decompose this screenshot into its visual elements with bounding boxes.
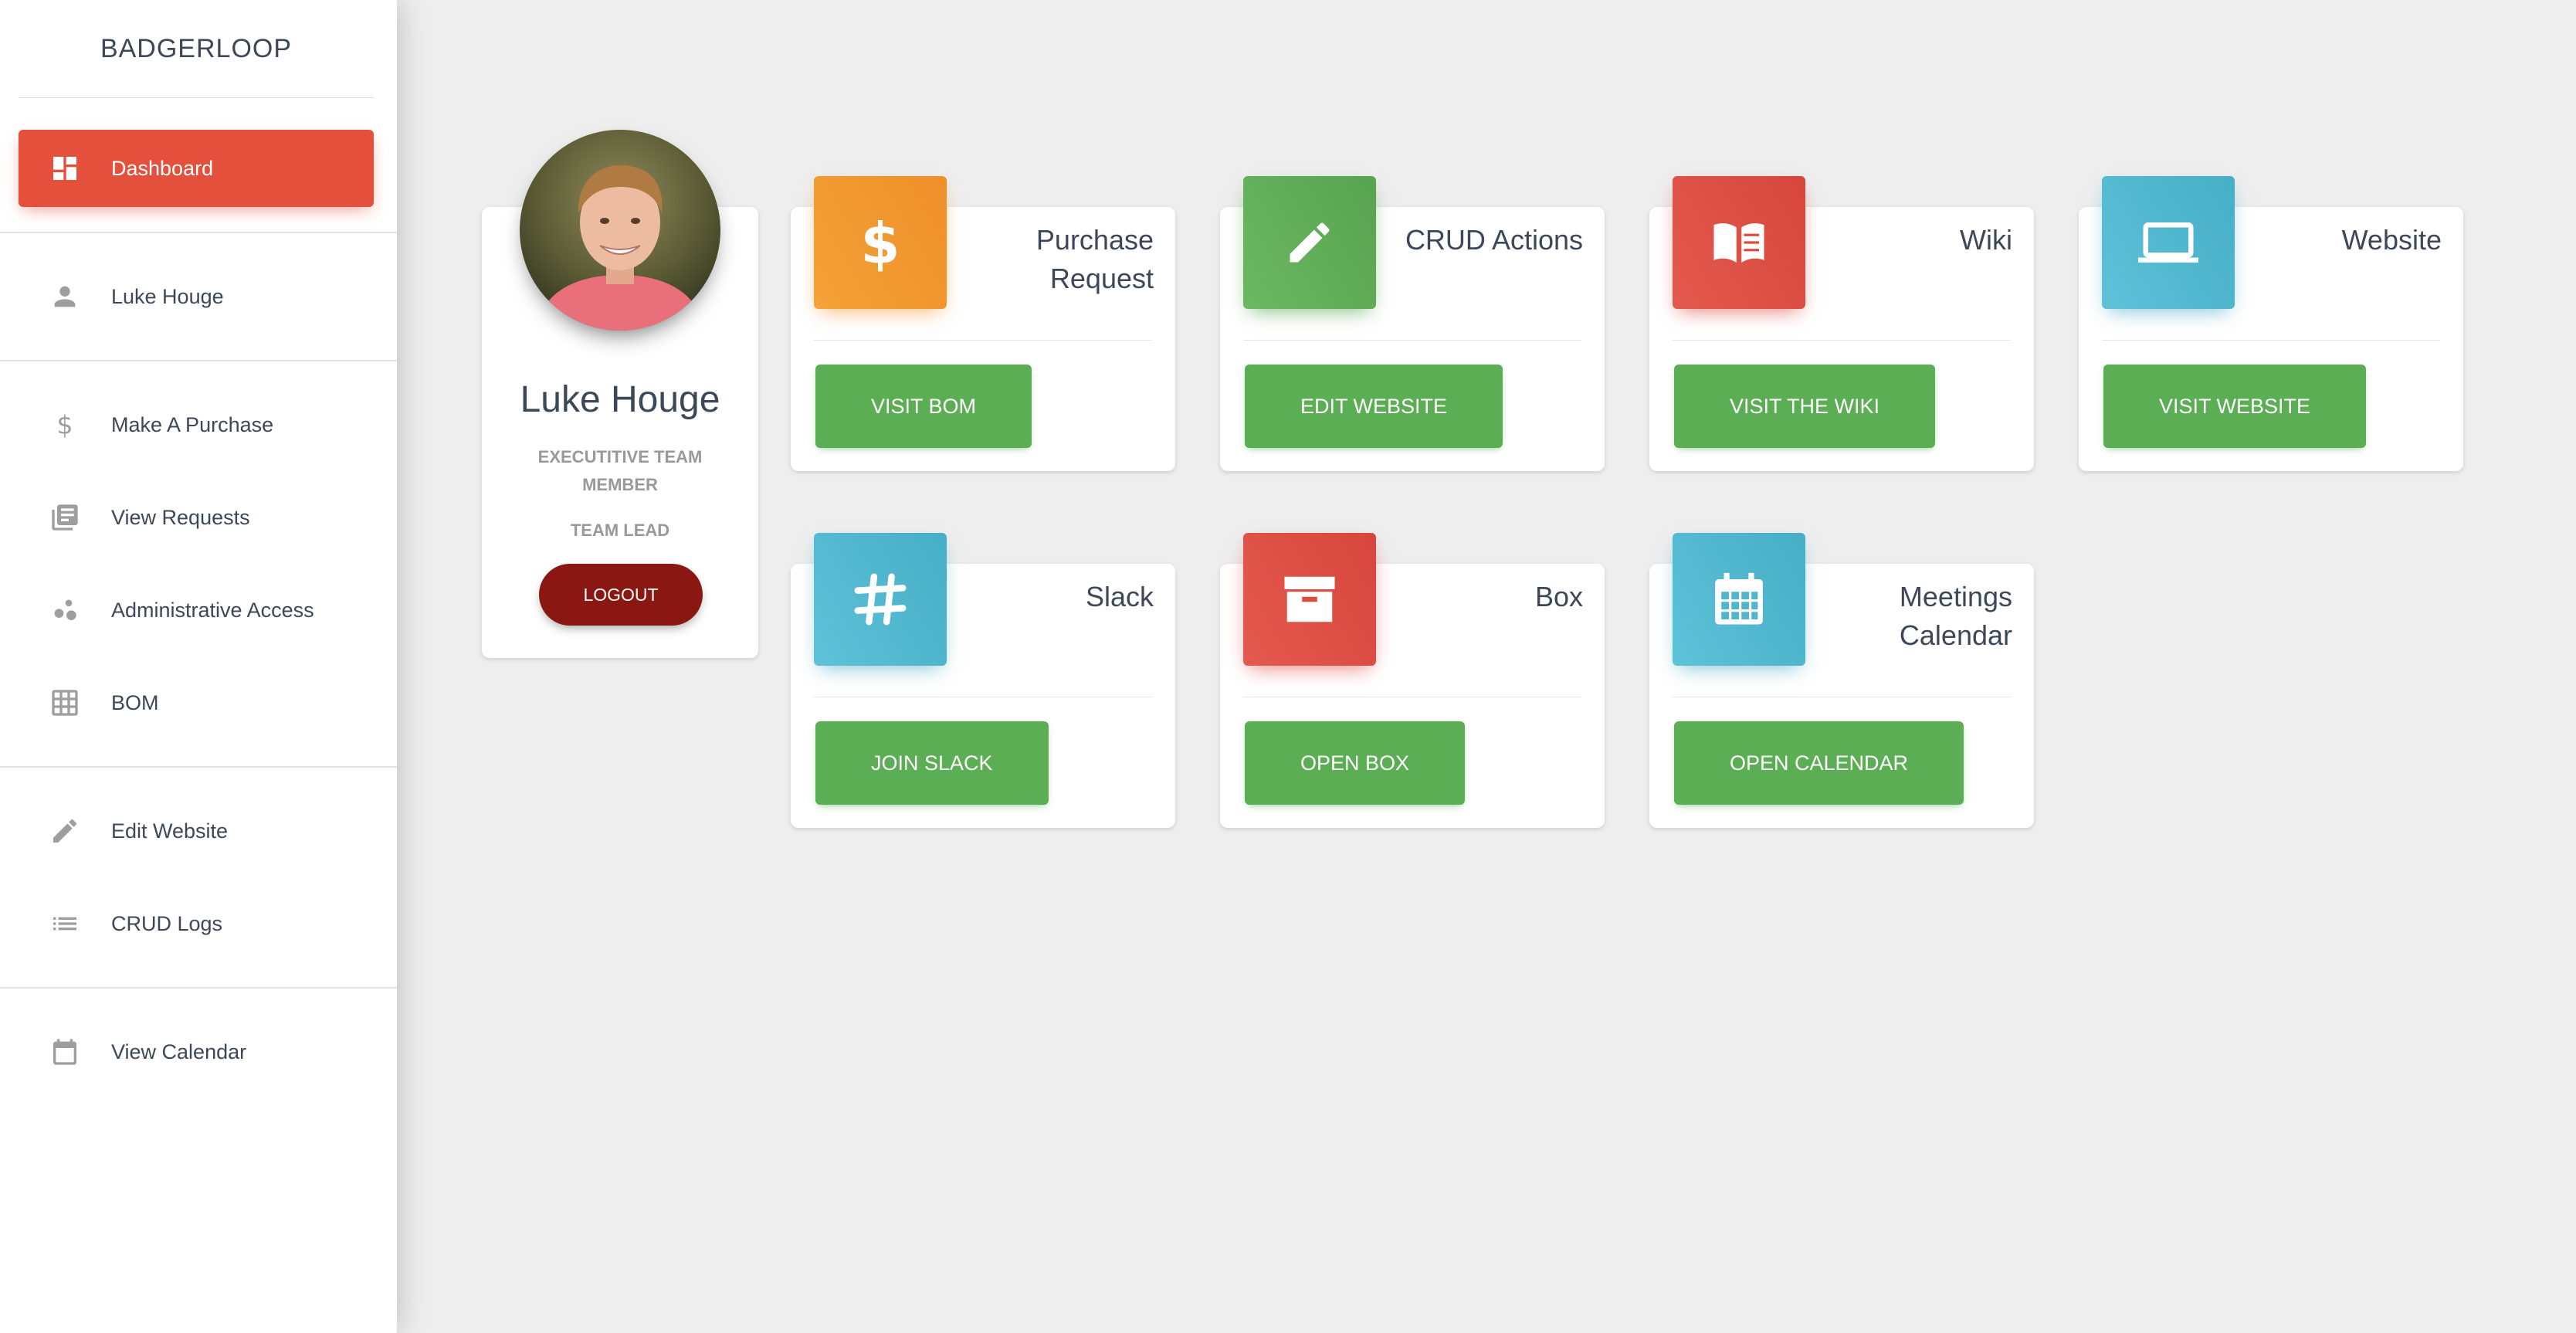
- tile-purchase-request: $ Purchase Request VISIT BOM: [791, 176, 1175, 471]
- open-calendar-button[interactable]: OPEN CALENDAR: [1674, 721, 1964, 805]
- visit-bom-button[interactable]: VISIT BOM: [815, 365, 1032, 448]
- tile-wiki: Wiki VISIT THE WIKI: [1649, 176, 2034, 471]
- laptop-icon: [2102, 176, 2235, 309]
- bubble-chart-icon: [48, 593, 82, 627]
- profile-name: Luke Houge: [520, 379, 720, 420]
- sidebar-divider: [0, 987, 397, 989]
- avatar: [520, 130, 720, 331]
- sidebar-item-label: Luke Houge: [111, 284, 224, 308]
- list-icon: [48, 907, 82, 941]
- archive-box-icon: [1243, 533, 1376, 666]
- tile-title: Purchase Request: [1035, 224, 1154, 294]
- visit-website-button[interactable]: VISIT WEBSITE: [2103, 365, 2367, 448]
- sidebar-item-label: View Calendar: [111, 1040, 247, 1063]
- tile-box: Box OPEN BOX: [1220, 533, 1605, 828]
- sidebar-item-label: Edit Website: [111, 819, 229, 843]
- sidebar-item-bom[interactable]: BOM: [19, 664, 374, 741]
- sidebar-item-profile[interactable]: Luke Houge: [19, 258, 374, 335]
- profile-role: EXECUTITIVE TEAM MEMBER: [537, 447, 703, 494]
- sidebar-item-crud-logs[interactable]: CRUD Logs: [19, 885, 374, 962]
- tile-divider: [2102, 340, 2440, 341]
- sidebar-item-label: BOM: [111, 690, 159, 714]
- sidebar-divider: [0, 232, 397, 233]
- book-icon: [1673, 176, 1805, 309]
- dollar-icon: $: [814, 176, 947, 309]
- tile-title: Meetings Calendar: [1899, 581, 2012, 651]
- tile-title: Slack: [1085, 581, 1154, 612]
- open-box-button[interactable]: OPEN BOX: [1245, 721, 1466, 805]
- profile-position: TEAM LEAD: [570, 521, 670, 540]
- sidebar-item-view-requests[interactable]: View Requests: [19, 479, 374, 556]
- sidebar-item-label: Dashboard: [111, 156, 214, 180]
- tile-divider: [814, 340, 1152, 341]
- tile-divider: [1673, 340, 2011, 341]
- sidebar-item-label: CRUD Logs: [111, 911, 223, 935]
- sidebar-item-view-calendar[interactable]: View Calendar: [19, 1013, 374, 1090]
- tile-title: Wiki: [1960, 224, 2012, 256]
- pencil-icon: [1243, 176, 1376, 309]
- edit-website-button[interactable]: EDIT WEBSITE: [1245, 365, 1503, 448]
- sidebar-item-label: Make A Purchase: [111, 412, 274, 436]
- person-icon: [48, 280, 82, 314]
- calendar-icon: [48, 1035, 82, 1069]
- tile-meetings-calendar: Meetings Calendar OPEN CALENDAR: [1649, 533, 2034, 828]
- join-slack-button[interactable]: JOIN SLACK: [815, 721, 1049, 805]
- tile-title: Website: [2341, 224, 2442, 256]
- tile-divider: [1243, 340, 1581, 341]
- grid-icon: [48, 686, 82, 720]
- sidebar-divider: [0, 766, 397, 768]
- sidebar-item-make-purchase[interactable]: $ Make A Purchase: [19, 386, 374, 463]
- dashboard-icon: [48, 151, 82, 185]
- tile-title: CRUD Actions: [1405, 224, 1583, 256]
- logout-button[interactable]: LOGOUT: [539, 564, 703, 626]
- sidebar: BADGERLOOP Dashboard Luke Houge $ Make A…: [0, 0, 397, 1333]
- calendar-icon: [1673, 533, 1805, 666]
- tile-website: Website VISIT WEBSITE: [2079, 176, 2463, 471]
- sidebar-divider: [0, 360, 397, 361]
- library-books-icon: [48, 500, 82, 534]
- sidebar-item-edit-website[interactable]: Edit Website: [19, 792, 374, 870]
- brand-logo[interactable]: BADGERLOOP: [19, 0, 374, 98]
- tile-title: Box: [1534, 581, 1583, 612]
- visit-wiki-button[interactable]: VISIT THE WIKI: [1674, 365, 1936, 448]
- sidebar-item-admin-access[interactable]: Administrative Access: [19, 572, 374, 649]
- pencil-icon: [48, 814, 82, 848]
- sidebar-item-dashboard[interactable]: Dashboard: [19, 130, 374, 207]
- svg-text:$: $: [56, 410, 73, 440]
- tile-crud-actions: CRUD Actions EDIT WEBSITE: [1220, 176, 1605, 471]
- dollar-icon: $: [48, 408, 82, 442]
- sidebar-item-label: View Requests: [111, 505, 250, 529]
- slack-icon: [814, 533, 947, 666]
- tile-slack: Slack JOIN SLACK: [791, 533, 1175, 828]
- svg-text:$: $: [860, 212, 900, 273]
- sidebar-item-label: Administrative Access: [111, 598, 314, 622]
